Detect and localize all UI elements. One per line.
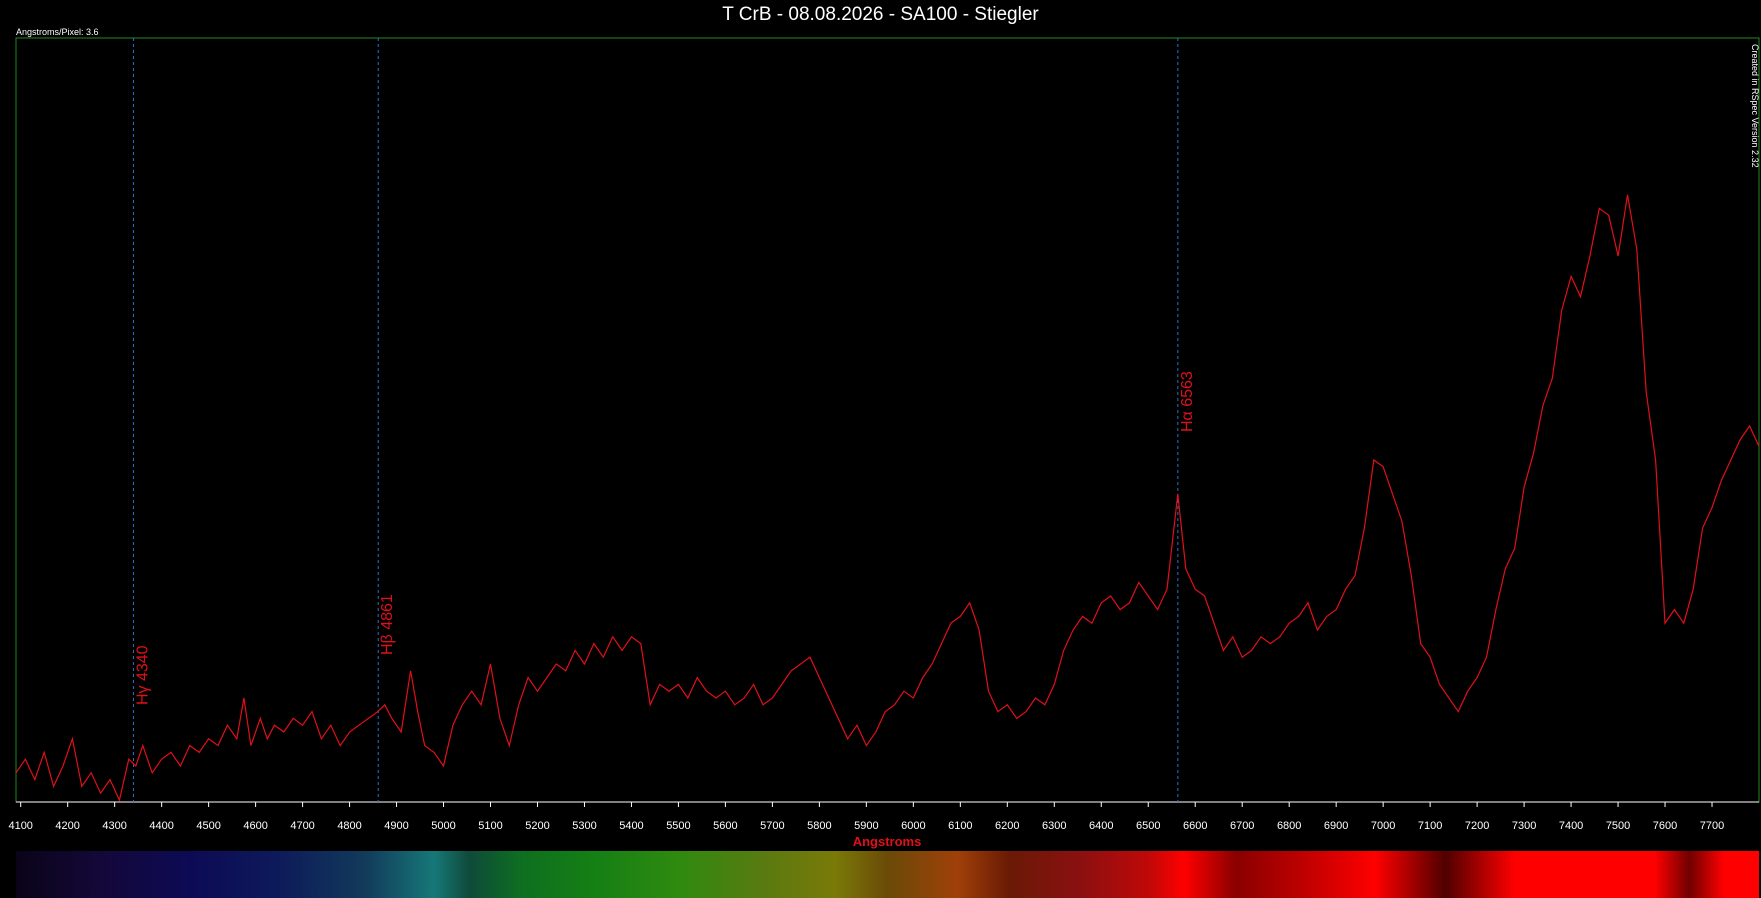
x-tick-label: 7200 [1465,820,1489,832]
x-tick-label: 7700 [1700,820,1724,832]
x-axis-title: Angstroms [853,834,922,849]
x-tick-label: 4700 [290,820,314,832]
x-tick-label: 6400 [1089,820,1113,832]
x-tick-label: 5500 [666,820,690,832]
spectrum-chart: Hγ 4340 Hβ 4861 Hα 6563 4100 4200 4300 4400 45… [8,37,1760,898]
x-tick-label: 4300 [102,820,126,832]
x-tick-label: 4500 [196,820,220,832]
x-tick-label: 4900 [384,820,408,832]
x-tick-label: 4400 [149,820,173,832]
spectrum-line [15,194,1760,802]
x-tick-label: 6500 [1136,820,1160,832]
x-axis-ticks: 4100 4200 4300 4400 4500 4600 4700 4800 4900 5000… [8,802,1724,832]
x-tick-label: 6600 [1183,820,1207,832]
marker-label: Hα 6563 [1179,371,1196,432]
x-tick-label: 6700 [1230,820,1254,832]
x-tick-label: 7600 [1653,820,1677,832]
x-tick-label: 6300 [1042,820,1066,832]
x-tick-label: 6900 [1324,820,1348,832]
x-tick-label: 4800 [337,820,361,832]
x-tick-label: 5800 [807,820,831,832]
x-tick-label: 5000 [431,820,455,832]
x-tick-label: 5700 [760,820,784,832]
x-tick-label: 7100 [1418,820,1442,832]
x-tick-label: 6800 [1277,820,1301,832]
plot-frame [15,37,1760,803]
x-tick-label: 5600 [713,820,737,832]
x-tick-label: 5400 [619,820,643,832]
x-tick-label: 6100 [948,820,972,832]
x-tick-label: 6200 [995,820,1019,832]
x-tick-label: 5200 [525,820,549,832]
x-tick-label: 5300 [572,820,596,832]
x-tick-label: 7300 [1512,820,1536,832]
marker-label: Hγ 4340 [134,645,151,705]
spectrum-color-bar [16,851,1759,898]
x-tick-label: 5100 [478,820,502,832]
x-tick-label: 5900 [854,820,878,832]
x-tick-label: 4600 [243,820,267,832]
x-tick-label: 7000 [1371,820,1395,832]
marker-label: Hβ 4861 [379,594,396,655]
x-tick-label: 4100 [8,820,32,832]
x-tick-label: 4200 [55,820,79,832]
x-tick-label: 7500 [1606,820,1630,832]
x-tick-label: 7400 [1559,820,1583,832]
x-tick-label: 6000 [901,820,925,832]
